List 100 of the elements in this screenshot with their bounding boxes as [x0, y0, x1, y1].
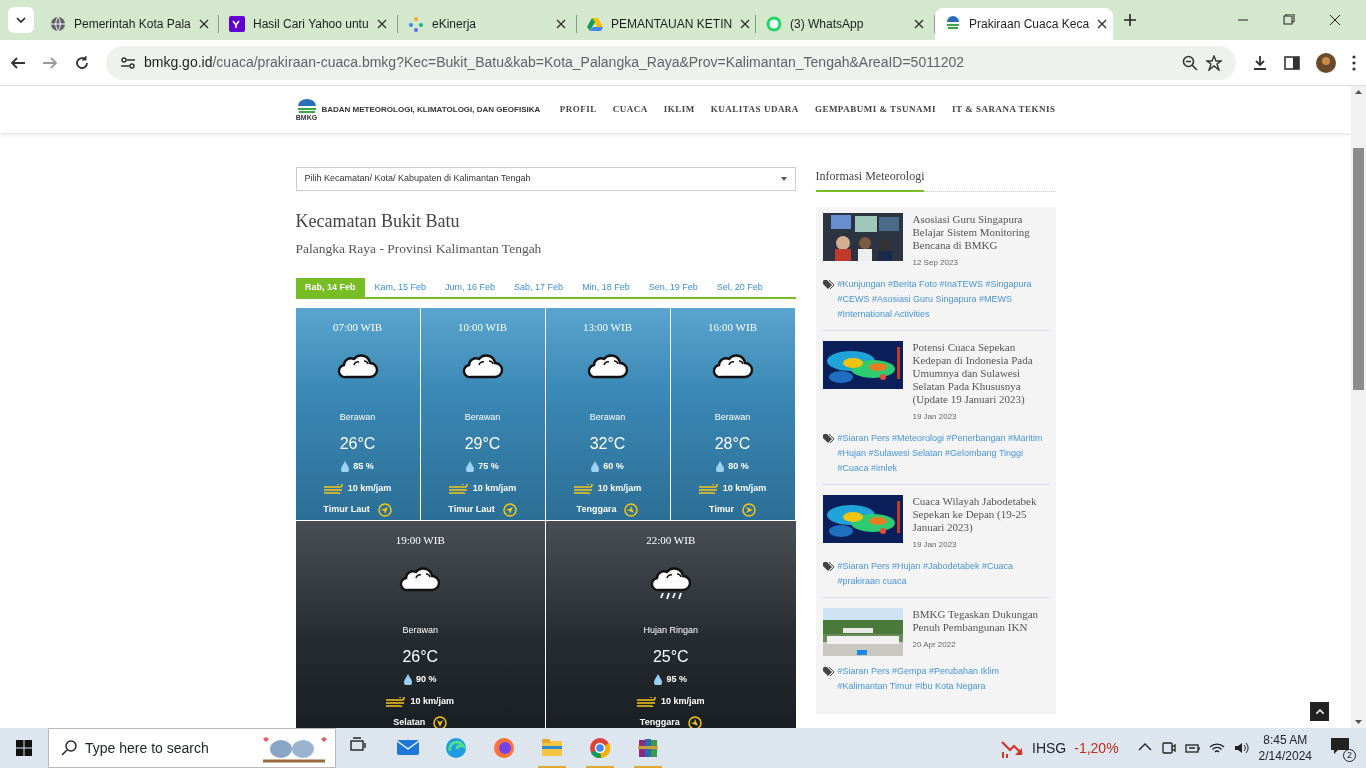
wind-speed: 10 km/jam: [597, 482, 642, 496]
zoom-icon[interactable]: [1182, 54, 1198, 71]
address-bar[interactable]: bmkg.go.id/cuaca/prakiraan-cuaca.bmkg?Kec=Bukit_Batu&kab=Kota_Palangka_Raya&Prov=Kalimantan_Tengah&AreaID=5011202: [106, 45, 1236, 80]
camera-icon[interactable]: [1160, 740, 1177, 756]
nav-link[interactable]: IT & SARANA TEKNIS: [952, 102, 1056, 117]
location-title: Kecamatan Bukit Batu: [295, 211, 461, 233]
humidity: 85 %: [353, 459, 374, 473]
article-title[interactable]: Asosiasi Guru Singapura Belajar Sistem Monitoring Bencana di BMKG: [912, 213, 1049, 252]
wind-icon: [698, 484, 719, 495]
forecast-time: 10:00 WIB: [458, 319, 507, 335]
books-icon[interactable]: [637, 737, 659, 759]
nav-link[interactable]: IKLIM: [663, 102, 695, 117]
forecast-time: 13:00 WIB: [583, 319, 632, 335]
site-info-icon[interactable]: [120, 55, 136, 70]
forecast-time: 07:00 WIB: [333, 319, 382, 335]
speaker-icon[interactable]: [1232, 740, 1249, 756]
forward-icon[interactable]: [42, 54, 58, 71]
dots-icon: [408, 16, 424, 32]
caret-icon: [780, 177, 787, 181]
weather-label: Berawan: [589, 411, 626, 425]
close-icon[interactable]: [198, 19, 209, 29]
star-icon[interactable]: [1206, 54, 1222, 71]
day-tab[interactable]: Sel, 20 Feb: [707, 277, 773, 297]
article-title[interactable]: BMKG Tegaskan Dukungan Penuh Pembangunan IKN: [912, 608, 1049, 634]
wind-direction: Timur Laut: [448, 503, 495, 517]
sidebar-title: Informasi Meteorologi: [815, 167, 925, 192]
tab-list-button[interactable]: [8, 7, 34, 33]
bmkg-logo-icon: [945, 16, 961, 32]
nav-link[interactable]: CUACA: [612, 102, 648, 117]
droplet-icon: [591, 461, 600, 473]
clock[interactable]: 8:45 AM 2/14/2024: [1258, 732, 1312, 764]
wind-speed: 10 km/jam: [722, 482, 767, 496]
url-text: bmkg.go.id/cuaca/prakiraan-cuaca.bmkg?Kec=Bukit_Batu&kab=Kota_Palangka_Raya&Prov=Kalimantan_Tengah&AreaID=5011202: [144, 53, 966, 72]
org-name: BADAN METEOROLOGI, KLIMATOLOGI, DAN GEOFISIKA: [321, 103, 542, 116]
stock-widget[interactable]: IHSG -1,20%: [1000, 737, 1119, 759]
close-icon[interactable]: [377, 19, 387, 29]
forecast-time: 19:00 WIB: [395, 532, 445, 548]
caret-icon: [16, 17, 26, 23]
windows-icon: [16, 740, 32, 756]
close-icon[interactable]: [740, 19, 751, 29]
scrollbar[interactable]: [1351, 86, 1366, 728]
taskbar-search[interactable]: Type here to search: [48, 728, 336, 768]
plus-icon[interactable]: [1123, 13, 1137, 27]
day-tab[interactable]: Kam, 15 Feb: [365, 277, 436, 297]
tag-icon: [822, 280, 834, 289]
browser-tab[interactable]: Pemerintah Kota Pala: [40, 8, 218, 40]
back-to-top-button[interactable]: [1310, 702, 1329, 721]
reload-icon[interactable]: [74, 54, 90, 71]
temperature: 26°C: [339, 433, 376, 454]
droplet-icon: [716, 461, 725, 473]
day-tab[interactable]: Sen, 19 Feb: [639, 277, 708, 297]
close-icon[interactable]: [1097, 19, 1108, 29]
forecast-time: 22:00 WIB: [646, 532, 696, 548]
back-icon[interactable]: [10, 54, 26, 71]
browser-tab[interactable]: Hasil Cari Yahoo untu: [219, 8, 397, 40]
wind-direction: Selatan: [393, 716, 426, 728]
article-title[interactable]: Potensi Cuaca Sepekan Kedepan di Indonesia Pada Umumnya dan Sulawesi Selatan Pada Khususnya (Update 19 Januari 2023): [912, 341, 1049, 406]
browser-tab[interactable]: (3) WhatsApp: [756, 8, 934, 40]
humidity: 90 %: [416, 672, 437, 686]
browser-tab[interactable]: PEMANTAUAN KETIN: [577, 8, 755, 40]
compass-arrow-icon: [433, 715, 448, 728]
nav-link[interactable]: PROFIL: [559, 102, 597, 117]
article-date: 19 Jan 2023: [912, 411, 958, 423]
wind-icon: [323, 484, 344, 495]
droplet-icon: [341, 461, 350, 473]
wind-icon: [637, 697, 657, 708]
wind-icon: [448, 484, 469, 495]
temperature: 26°C: [402, 646, 439, 667]
region-select[interactable]: Pilih Kecamatan/ Kota/ Kabupaten di Kalimantan Tengah: [295, 167, 796, 191]
article-date: 12 Sep 2023: [912, 257, 959, 269]
scrollbar-thumb[interactable]: [1353, 148, 1364, 390]
wind-speed: 10 km/jam: [347, 482, 392, 496]
download-icon[interactable]: [1252, 54, 1268, 71]
droplet-icon: [466, 461, 475, 473]
wind-icon: [386, 697, 407, 708]
forecast-time: 16:00 WIB: [708, 319, 757, 335]
wind-direction: Tenggara: [576, 503, 617, 517]
wind-direction: Timur: [709, 503, 734, 517]
browser-tab[interactable]: eKinerja: [398, 8, 576, 40]
day-tab[interactable]: Min, 18 Feb: [572, 277, 640, 297]
article-title[interactable]: Cuaca Wilayah Jabodetabek Sepekan ke Depan (19-25 Januari 2023): [912, 495, 1049, 534]
side-panel-icon[interactable]: [1284, 54, 1300, 71]
day-tab[interactable]: Sab, 17 Feb: [504, 277, 573, 297]
trend-down-icon: [1000, 738, 1024, 758]
droplet-icon: [654, 674, 663, 686]
nav-link[interactable]: KUALITAS UDARA: [710, 102, 799, 117]
humidity: 80 %: [728, 459, 749, 473]
browser-tab[interactable]: Prakiraan Cuaca Keca: [935, 8, 1113, 40]
close-icon[interactable]: [556, 19, 566, 29]
nav-link[interactable]: GEMPABUMI & TSUNAMI: [814, 102, 937, 117]
day-tab[interactable]: Jum, 16 Feb: [435, 277, 505, 297]
notification-count: 2: [1343, 749, 1356, 762]
chrome-icon[interactable]: [589, 737, 611, 759]
menu-icon[interactable]: [1352, 54, 1356, 71]
close-icon[interactable]: [914, 19, 924, 29]
temperature: 32°C: [589, 433, 626, 454]
avatar-icon[interactable]: [1316, 52, 1336, 73]
folder-icon[interactable]: [541, 737, 563, 759]
weather-label: Berawan: [464, 411, 501, 425]
compass-arrow-icon: [687, 715, 702, 728]
